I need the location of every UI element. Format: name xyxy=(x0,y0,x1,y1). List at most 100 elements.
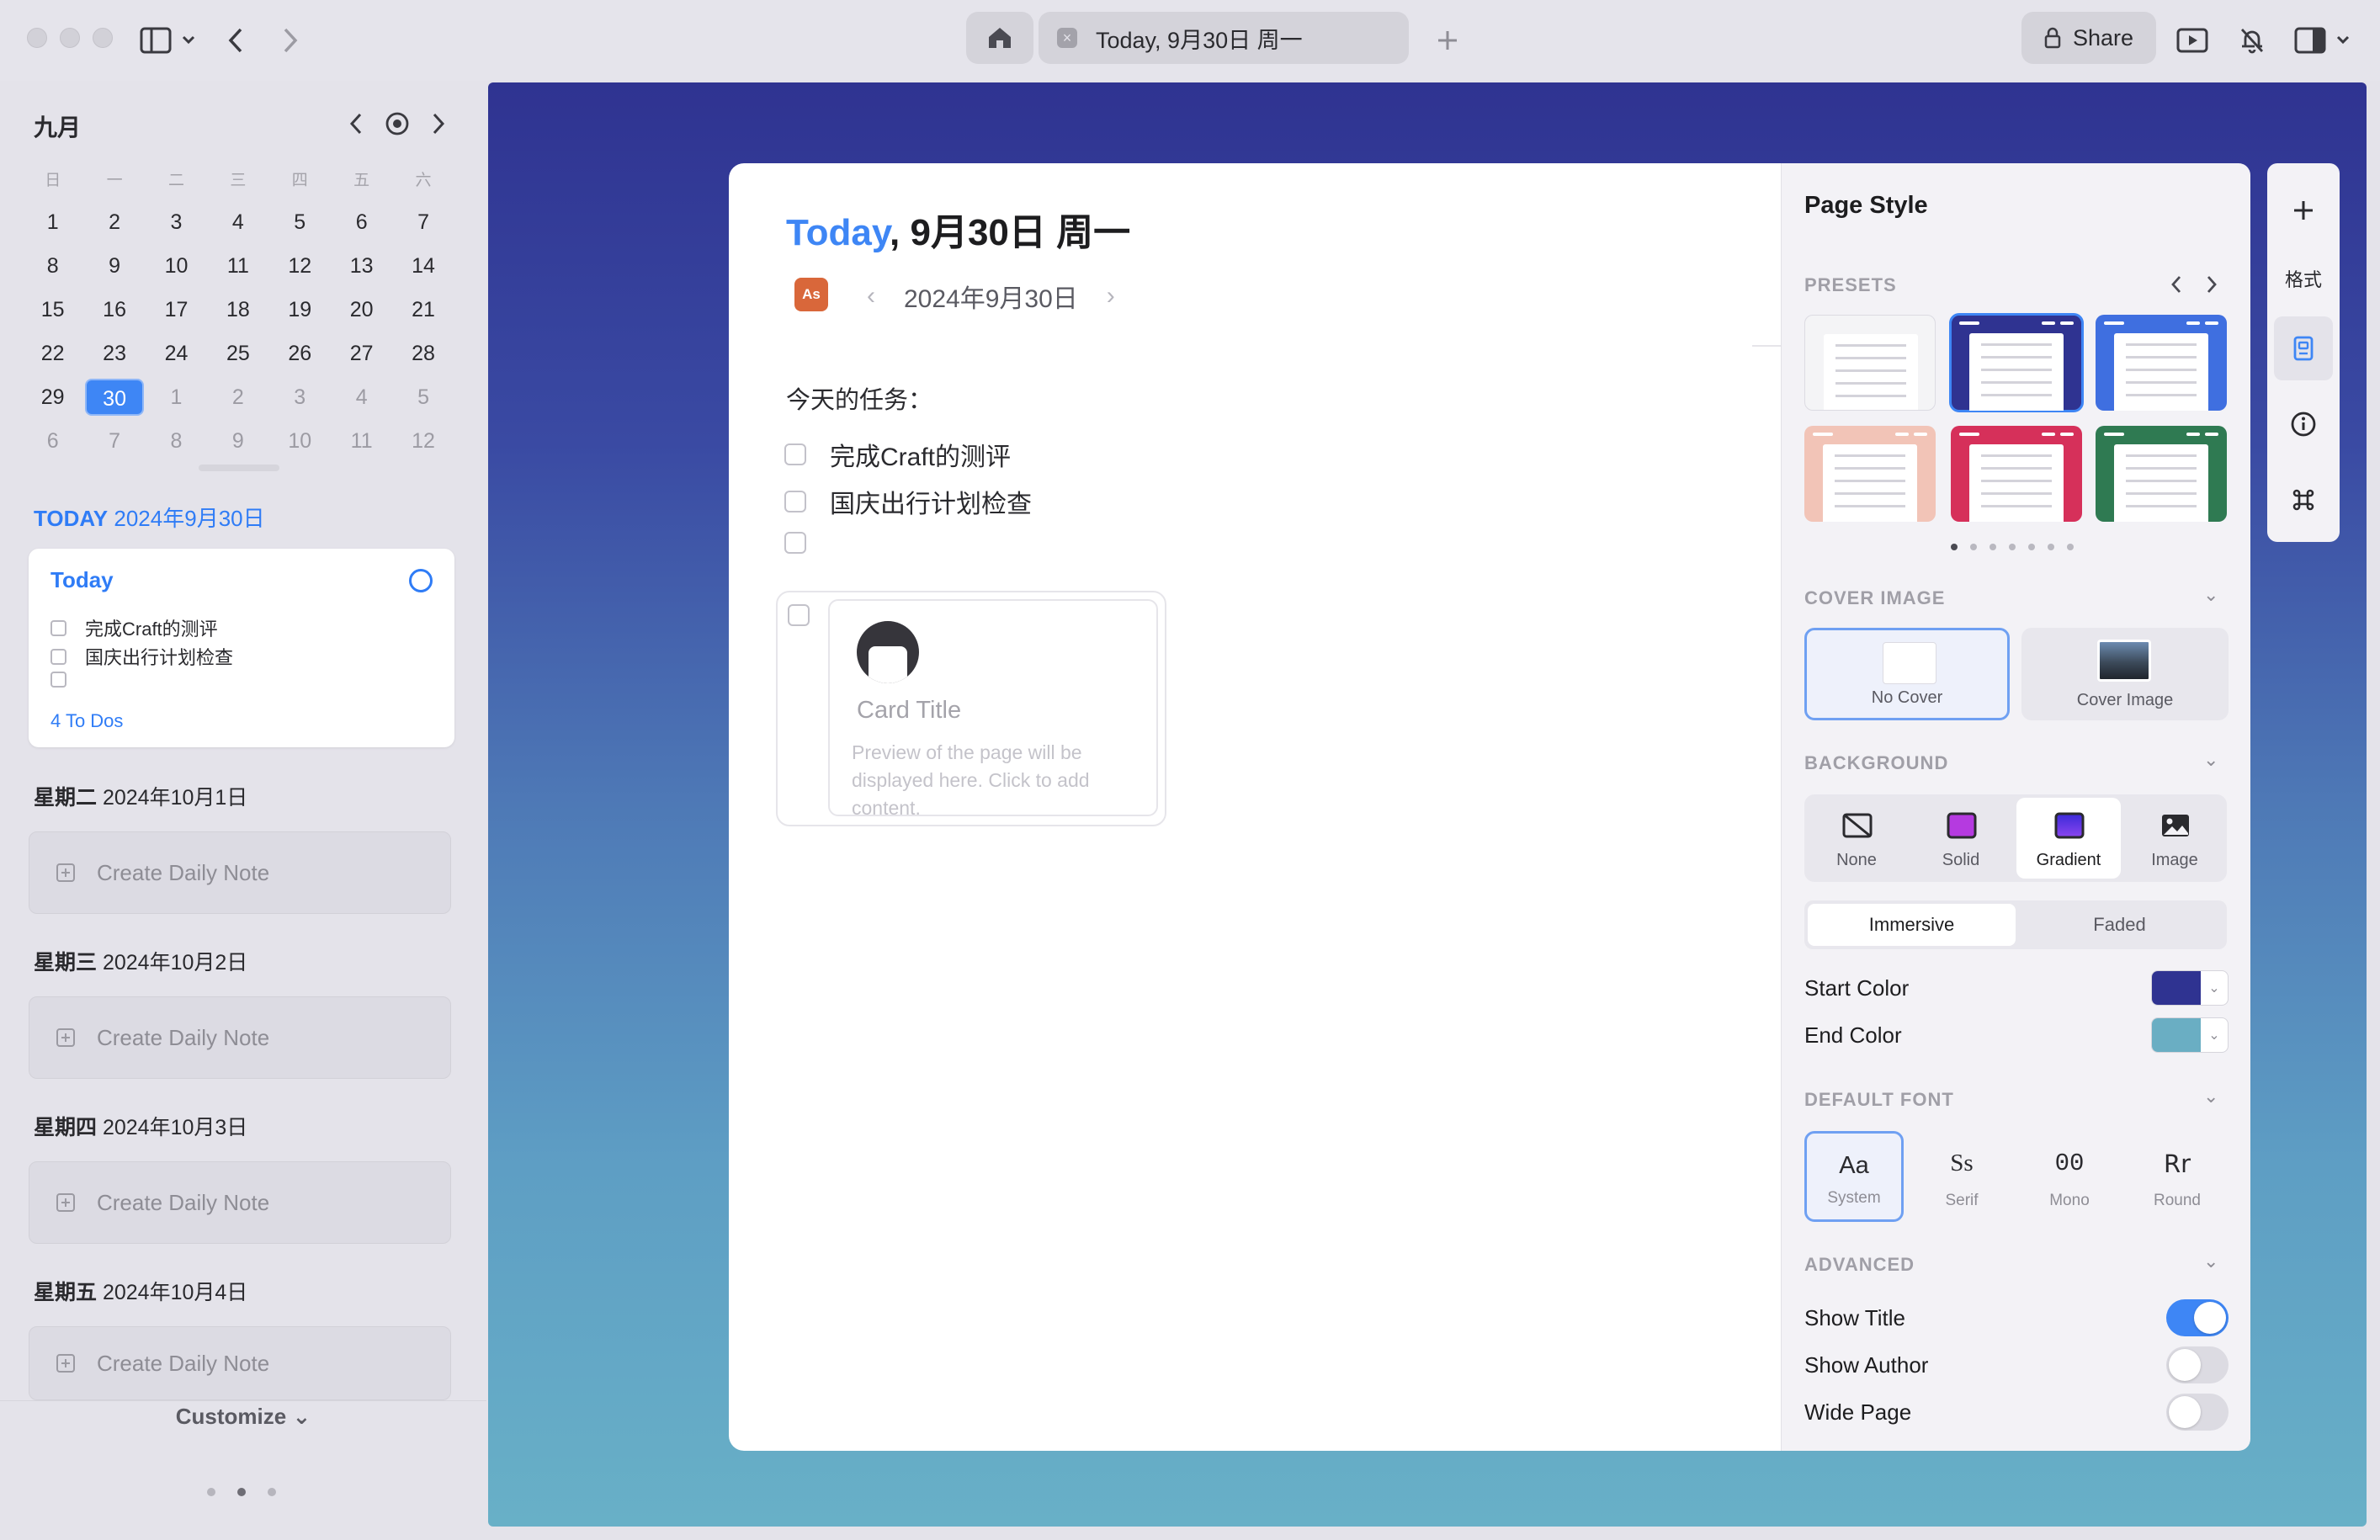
checkbox[interactable] xyxy=(784,532,806,554)
document-heading[interactable]: 今天的任务： xyxy=(786,380,932,416)
font-round-option[interactable]: Rr Round xyxy=(2128,1131,2227,1222)
calendar-day[interactable]: 19 xyxy=(269,298,331,322)
font-mono-option[interactable]: 00 Mono xyxy=(2020,1131,2119,1222)
page-dot-active[interactable] xyxy=(237,1488,246,1496)
presets-prev-button[interactable] xyxy=(2166,273,2186,296)
end-color-picker[interactable]: ⌄ xyxy=(2151,1017,2229,1053)
checkbox[interactable] xyxy=(50,672,66,688)
document-todo[interactable]: 国庆出行计划检查 xyxy=(784,483,1032,520)
preset-white[interactable] xyxy=(1804,315,1936,411)
today-card-todo[interactable]: 国庆出行计划检查 xyxy=(50,643,233,670)
calendar-day[interactable]: 12 xyxy=(269,254,331,279)
document-todo[interactable]: 完成Craft的测评 xyxy=(784,436,1011,473)
presets-next-button[interactable] xyxy=(2202,273,2222,296)
font-system-option[interactable]: Aa System xyxy=(1804,1131,1904,1222)
font-serif-option[interactable]: Ss Serif xyxy=(1912,1131,2011,1222)
calendar-day[interactable]: 5 xyxy=(392,385,454,410)
checkbox[interactable] xyxy=(50,619,66,636)
page-style-button[interactable] xyxy=(2274,316,2333,380)
close-window-button[interactable] xyxy=(27,28,47,48)
create-daily-note-button[interactable]: Create Daily Note xyxy=(29,831,451,914)
sidebar-toggle-button[interactable] xyxy=(136,24,200,57)
calendar-day[interactable]: 4 xyxy=(207,210,268,235)
calendar-day[interactable]: 9 xyxy=(207,429,268,454)
format-button[interactable]: 格式 xyxy=(2267,264,2340,293)
calendar-day[interactable]: 9 xyxy=(83,254,145,279)
document-tab[interactable]: × Today, 9月30日 周一 xyxy=(1039,12,1409,64)
no-cover-option[interactable]: No Cover xyxy=(1804,628,2010,720)
font-section-chevron-icon[interactable]: ⌄ xyxy=(2203,1086,2218,1107)
calendar-day[interactable]: 7 xyxy=(392,210,454,235)
calendar-day[interactable]: 28 xyxy=(392,342,454,366)
checkbox[interactable] xyxy=(788,604,810,626)
background-image-option[interactable]: Image xyxy=(2122,794,2227,882)
calendar-day[interactable]: 2 xyxy=(207,385,268,410)
background-gradient-option[interactable]: Gradient xyxy=(2016,798,2121,879)
cover-image-option[interactable]: Cover Image xyxy=(2021,628,2229,720)
calendar-scroll-handle[interactable] xyxy=(199,465,279,471)
calendar-day[interactable]: 17 xyxy=(146,298,207,322)
background-none-option[interactable]: None xyxy=(1804,794,1909,882)
background-section-chevron-icon[interactable]: ⌄ xyxy=(2203,749,2218,771)
checkbox[interactable] xyxy=(784,443,806,465)
page-dot[interactable] xyxy=(207,1488,215,1496)
calendar-day[interactable]: 15 xyxy=(22,298,83,322)
create-daily-note-button[interactable]: Create Daily Note xyxy=(29,1161,451,1244)
minimize-window-button[interactable] xyxy=(60,28,80,48)
document-todo[interactable] xyxy=(784,532,830,554)
preset-peach[interactable] xyxy=(1804,426,1936,522)
calendar-day[interactable]: 18 xyxy=(207,298,268,322)
home-button[interactable] xyxy=(966,12,1033,64)
calendar-day[interactable]: 3 xyxy=(146,210,207,235)
previous-month-button[interactable] xyxy=(343,109,369,138)
author-avatar[interactable]: As xyxy=(794,278,828,311)
preset-green[interactable] xyxy=(2096,426,2227,522)
previous-day-chevron-icon[interactable]: ‹ xyxy=(867,282,875,311)
calendar-day[interactable]: 1 xyxy=(22,210,83,235)
calendar-day[interactable]: 27 xyxy=(331,342,392,366)
calendar-day[interactable]: 11 xyxy=(331,429,392,454)
immersive-mode-option[interactable]: Immersive xyxy=(1808,904,2016,946)
calendar-day[interactable]: 29 xyxy=(22,385,83,410)
todo-text[interactable]: 完成Craft的测评 xyxy=(830,436,1011,473)
calendar-day[interactable]: 3 xyxy=(269,385,331,410)
calendar-day[interactable]: 14 xyxy=(392,254,454,279)
todo-text[interactable]: 国庆出行计划检查 xyxy=(830,483,1032,520)
page-dot[interactable] xyxy=(268,1488,276,1496)
wide-page-toggle[interactable] xyxy=(2166,1394,2229,1431)
calendar-day[interactable]: 6 xyxy=(22,429,83,454)
calendar-day[interactable]: 2 xyxy=(83,210,145,235)
calendar-day[interactable]: 10 xyxy=(146,254,207,279)
calendar-day[interactable]: 22 xyxy=(22,342,83,366)
zoom-window-button[interactable] xyxy=(93,28,113,48)
document-title[interactable]: Today, 9月30日 周一 xyxy=(786,202,1130,256)
presets-page-dots[interactable] xyxy=(1951,544,2074,550)
preset-blue[interactable] xyxy=(2096,315,2227,411)
calendar-day[interactable]: 11 xyxy=(207,254,268,279)
checkbox[interactable] xyxy=(784,491,806,512)
calendar-day[interactable]: 8 xyxy=(146,429,207,454)
faded-mode-option[interactable]: Faded xyxy=(2016,904,2223,946)
calendar-day[interactable]: 12 xyxy=(392,429,454,454)
forward-button[interactable] xyxy=(274,22,307,59)
back-button[interactable] xyxy=(219,22,252,59)
calendar-day[interactable]: 5 xyxy=(269,210,331,235)
share-button[interactable]: Share xyxy=(2021,12,2156,64)
calendar-day[interactable]: 7 xyxy=(83,429,145,454)
calendar-day[interactable]: 6 xyxy=(331,210,392,235)
next-day-chevron-icon[interactable]: › xyxy=(1107,282,1115,311)
present-button[interactable] xyxy=(2175,24,2210,57)
notifications-button[interactable] xyxy=(2235,24,2269,57)
inspector-toggle-button[interactable] xyxy=(2292,24,2356,57)
preset-crimson[interactable] xyxy=(1951,426,2082,522)
start-color-picker[interactable]: ⌄ xyxy=(2151,970,2229,1006)
calendar-day[interactable]: 26 xyxy=(269,342,331,366)
cover-section-chevron-icon[interactable]: ⌄ xyxy=(2203,584,2218,606)
checkbox[interactable] xyxy=(50,648,66,665)
calendar-day[interactable]: 10 xyxy=(269,429,331,454)
calendar-day[interactable]: 21 xyxy=(392,298,454,322)
create-daily-note-button[interactable]: Create Daily Note xyxy=(29,996,451,1079)
preset-indigo[interactable] xyxy=(1949,313,2084,412)
info-button[interactable] xyxy=(2267,399,2340,449)
today-card-todo[interactable]: 完成Craft的测评 xyxy=(50,614,218,641)
